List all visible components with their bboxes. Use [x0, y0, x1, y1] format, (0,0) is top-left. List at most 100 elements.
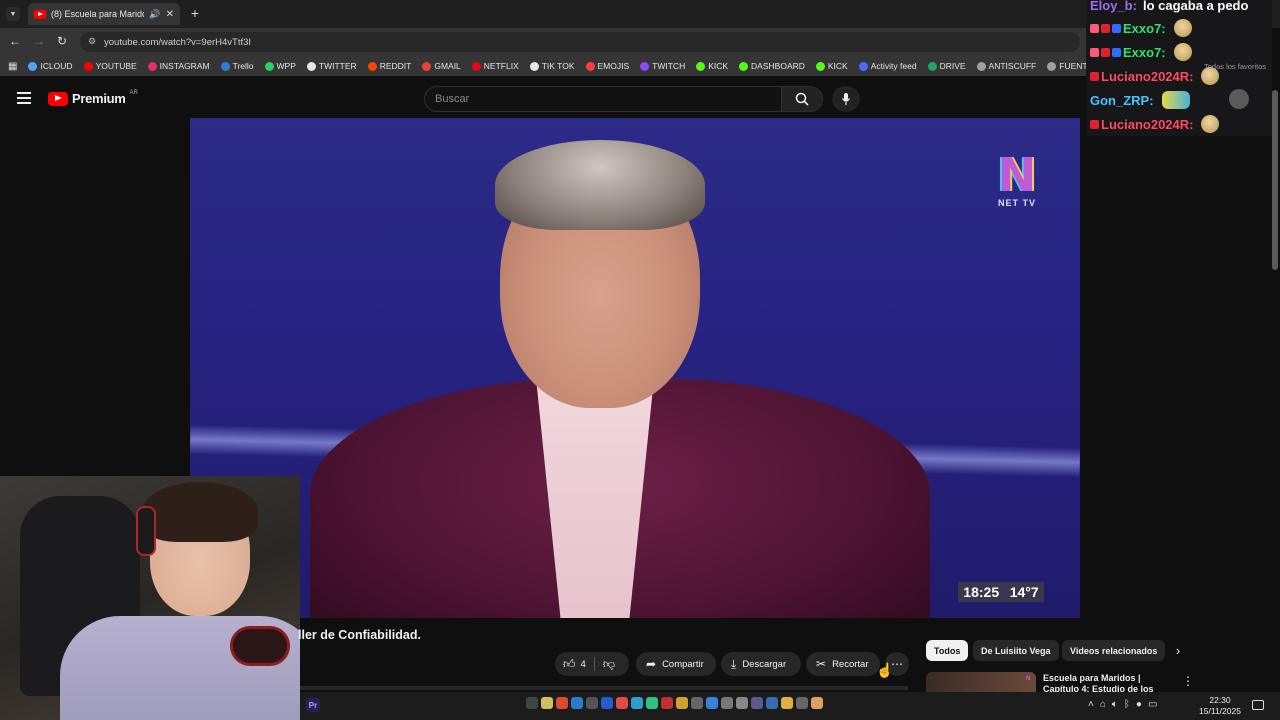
taskbar-clock[interactable]: 22:30 15/11/2025: [1196, 695, 1244, 717]
bookmark-item[interactable]: TWITCH: [640, 61, 685, 71]
bookmark-item[interactable]: TIK TOK: [529, 61, 575, 71]
bookmark-item[interactable]: DASHBOARD: [739, 61, 805, 71]
emote-icon: [1173, 19, 1192, 37]
voice-search-button[interactable]: [832, 86, 860, 112]
taskbar-app-icon[interactable]: [586, 697, 598, 709]
bluetooth-icon[interactable]: ᛒ: [1124, 699, 1130, 710]
taskbar-app-icon[interactable]: [676, 697, 688, 709]
microphone-tray-icon[interactable]: ●: [1136, 699, 1142, 710]
chip-related[interactable]: Videos relacionados: [1062, 640, 1166, 661]
bookmark-item[interactable]: ANTISCUFF: [976, 61, 1036, 71]
premiere-pro-icon[interactable]: Pr: [306, 698, 320, 712]
chips-next-button[interactable]: ›: [1168, 640, 1188, 661]
bookmarks-bar: ▦ ICLOUD YOUTUBE INSTAGRAM Trello WPP TWITTER…: [0, 56, 1099, 76]
bookmark-item[interactable]: KICK: [696, 61, 728, 71]
forward-arrow-icon[interactable]: →: [33, 34, 45, 48]
related-video-thumbnail[interactable]: [926, 672, 1036, 692]
bookmark-item[interactable]: DRIVE: [927, 61, 966, 71]
bookmark-item[interactable]: NETFLIX: [471, 61, 519, 71]
tab-search-button[interactable]: ▼: [6, 7, 20, 21]
page-scrollbar[interactable]: [1272, 90, 1278, 270]
taskbar-app-icon[interactable]: [691, 697, 703, 709]
system-tray: ˄ ⌂ 🔈︎ ᛒ ● ▭: [1088, 699, 1157, 710]
search-input[interactable]: Buscar: [424, 86, 782, 112]
chip-all[interactable]: Todos: [926, 640, 969, 661]
taskbar-app-icon[interactable]: [766, 697, 778, 709]
emote-icon: [1173, 43, 1192, 61]
related-video-menu-icon[interactable]: ⋮: [1182, 674, 1194, 688]
new-tab-button[interactable]: +: [188, 5, 202, 21]
taskbar-app-icon[interactable]: [541, 697, 553, 709]
taskbar-app-icon[interactable]: [646, 697, 658, 709]
related-video-title[interactable]: Escuela para Maridos | Capítulo 4: Estud…: [1043, 673, 1179, 693]
chip-channel[interactable]: De Luisiito Vega: [973, 640, 1059, 661]
taskbar-app-icon[interactable]: [571, 697, 583, 709]
clock-date: 15/11/2025: [1199, 706, 1241, 716]
bookmark-item[interactable]: KICK: [815, 61, 848, 71]
youtube-logo[interactable]: Premium AR: [48, 90, 138, 106]
chat-message: Luciano2024R:: [1090, 67, 1220, 85]
premium-label: Premium: [72, 91, 126, 106]
taskbar-app-icon[interactable]: [631, 697, 643, 709]
bookmark-favicon-icon: [367, 61, 377, 71]
video-player[interactable]: N NET TV 18:25 14°7: [190, 118, 1080, 618]
bookmark-item[interactable]: YOUTUBE: [83, 61, 137, 71]
taskbar-app-icon[interactable]: [706, 697, 718, 709]
bookmark-item[interactable]: WPP: [264, 61, 296, 71]
tab-close-icon[interactable]: ✕: [166, 9, 174, 20]
download-button[interactable]: ⤓ Descargar: [721, 652, 801, 676]
address-bar[interactable]: ⚙ youtube.com/watch?v=9erH4vTtf3I: [80, 32, 1080, 52]
heart-badge-icon: [1090, 47, 1099, 57]
network-icon[interactable]: ⌂: [1100, 699, 1106, 710]
apps-grid-icon[interactable]: ▦: [8, 61, 17, 72]
mouse-cursor-icon: ☝: [876, 662, 894, 678]
bookmark-item[interactable]: EMOJIS: [585, 61, 629, 71]
bookmark-item[interactable]: Activity feed: [858, 61, 917, 71]
taskbar-app-icon[interactable]: [751, 697, 763, 709]
taskbar-app-icon[interactable]: [811, 697, 823, 709]
bookmark-label: DASHBOARD: [751, 61, 805, 71]
bookmark-item[interactable]: INSTAGRAM: [147, 61, 210, 71]
speaker-icon[interactable]: 🔊: [149, 9, 160, 20]
back-arrow-icon[interactable]: ←: [9, 34, 21, 48]
chat-username: Luciano2024R:: [1101, 68, 1194, 84]
taskbar-app-icon[interactable]: [526, 697, 538, 709]
bookmark-item[interactable]: GMAIL: [422, 61, 461, 71]
bookmark-label: KICK: [708, 61, 729, 71]
heart-badge-icon: [1090, 23, 1099, 33]
taskbar-app-icon[interactable]: [736, 697, 748, 709]
clip-button[interactable]: ✂ Recortar: [806, 652, 880, 676]
dislike-button[interactable]: 👎︎: [603, 657, 615, 672]
chevron-up-icon[interactable]: ˄: [1088, 699, 1094, 710]
emote-icon: [1161, 91, 1190, 109]
bookmark-favicon-icon: [147, 61, 157, 71]
volume-icon[interactable]: 🔈︎: [1112, 699, 1118, 710]
reload-icon[interactable]: ↻: [57, 34, 67, 48]
bookmark-item[interactable]: ICLOUD: [28, 61, 73, 71]
avatar[interactable]: [1229, 89, 1249, 109]
browser-tab[interactable]: (8) Escuela para Maridos | C 🔊 ✕: [28, 3, 180, 25]
share-button[interactable]: ➦ Compartir: [636, 652, 716, 676]
taskbar-app-icon[interactable]: [721, 697, 733, 709]
description-box-edge[interactable]: [300, 686, 908, 690]
taskbar-app-icon[interactable]: [781, 697, 793, 709]
notification-icon[interactable]: [1252, 700, 1264, 710]
taskbar-app-icon[interactable]: [601, 697, 613, 709]
site-info-icon[interactable]: ⚙: [88, 36, 96, 47]
taskbar-app-icon[interactable]: [796, 697, 808, 709]
bookmark-item[interactable]: Trello: [220, 61, 254, 71]
bookmark-label: TWITTER: [318, 61, 357, 71]
taskbar-app-icon[interactable]: [661, 697, 673, 709]
hamburger-menu-icon[interactable]: [17, 92, 31, 104]
bookmark-item[interactable]: REDDIT: [367, 61, 411, 71]
youtube-play-icon: [48, 91, 68, 106]
bookmark-favicon-icon: [696, 61, 706, 71]
taskbar-app-icon[interactable]: [616, 697, 628, 709]
all-bookmarks-label[interactable]: Todos los favoritos: [1204, 62, 1266, 71]
taskbar-app-icon[interactable]: [556, 697, 568, 709]
bookmark-item[interactable]: TWITTER: [306, 61, 357, 71]
battery-icon[interactable]: ▭: [1148, 699, 1157, 710]
search-button[interactable]: [781, 86, 823, 112]
channel-logo-letter: N: [997, 148, 1037, 202]
like-button[interactable]: 👍︎ 4: [563, 657, 586, 672]
